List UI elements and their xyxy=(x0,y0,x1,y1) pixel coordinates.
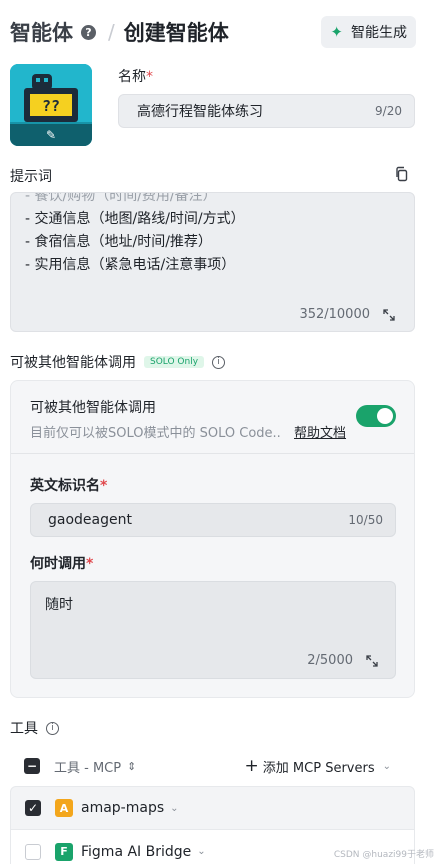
tool-row[interactable]: ✓ A amap-maps ⌄ xyxy=(10,786,415,830)
name-input[interactable]: 高德行程智能体练习 9/20 xyxy=(118,94,415,128)
chevron-down-icon: ⌄ xyxy=(382,760,391,772)
tool-name: amap-maps xyxy=(81,800,165,816)
edit-avatar-button[interactable]: ✎ xyxy=(10,124,92,146)
required-mark: * xyxy=(86,556,94,572)
copy-icon[interactable] xyxy=(394,166,410,182)
required-mark: * xyxy=(146,69,153,85)
info-icon[interactable]: i xyxy=(46,721,59,735)
page-title: 创建智能体 xyxy=(123,21,229,45)
name-input-value: 高德行程智能体练习 xyxy=(137,104,263,120)
breadcrumb-separator: / xyxy=(108,20,115,44)
help-icon[interactable]: ? xyxy=(81,24,96,40)
avatar-screen-text: ?? xyxy=(42,97,60,115)
when-to-call-footer: 2/5000 xyxy=(307,653,379,668)
tool-logo-icon: A xyxy=(55,799,73,817)
agent-avatar[interactable]: ?? ✎ xyxy=(10,64,92,146)
header: 智能体 ? / 创建智能体 ✦ 智能生成 xyxy=(10,14,416,50)
tool-name: Figma AI Bridge xyxy=(81,843,192,860)
prompt-footer: 352/10000 xyxy=(299,307,396,322)
add-mcp-servers-button[interactable]: + 添加 MCP Servers ⌄ xyxy=(245,756,391,776)
watermark: CSDN @huazi99于老师 xyxy=(333,850,434,860)
sparkle-icon: ✦ xyxy=(330,23,343,41)
callable-card-description: 目前仅可以被SOLO模式中的 SOLO Code... xyxy=(30,426,280,441)
when-to-call-textarea[interactable]: 随时 2/5000 xyxy=(30,581,396,679)
tool-checkbox[interactable] xyxy=(25,843,41,860)
name-label: 名称* xyxy=(118,66,153,86)
tool-logo-icon: F xyxy=(55,842,73,861)
english-id-counter: 10/50 xyxy=(348,513,383,527)
english-id-label-text: 英文标识名 xyxy=(30,478,100,494)
prompt-label: 提示词 xyxy=(10,169,52,185)
when-to-call-label-text: 何时调用 xyxy=(30,556,86,572)
tools-label-text: 工具 xyxy=(10,721,38,737)
plus-icon: + xyxy=(244,756,259,776)
tools-column-title: 工具 - MCP xyxy=(54,760,122,776)
chevron-down-icon[interactable]: ⌄ xyxy=(197,846,205,857)
english-id-label: 英文标识名* xyxy=(30,475,107,495)
prompt-counter: 352/10000 xyxy=(299,307,370,322)
callable-toggle[interactable] xyxy=(356,405,396,427)
callable-card: 可被其他智能体调用 目前仅可以被SOLO模式中的 SOLO Code... 帮助… xyxy=(10,380,415,698)
when-to-call-label: 何时调用* xyxy=(30,553,93,573)
callable-card-title: 可被其他智能体调用 xyxy=(30,400,156,416)
toggle-knob xyxy=(377,408,393,424)
name-label-text: 名称 xyxy=(118,69,146,85)
english-id-value: gaodeagent xyxy=(48,512,132,528)
pencil-icon: ✎ xyxy=(45,128,57,142)
prompt-line: - 交通信息（地图/路线/时间/方式） xyxy=(25,211,245,227)
help-docs-link[interactable]: 帮助文档 xyxy=(294,422,346,441)
select-all-checkbox[interactable]: − xyxy=(24,758,40,774)
prompt-content: - 餐饮/购物（时间/费用/备注） - 交通信息（地图/路线/时间/方式） - … xyxy=(25,192,245,277)
callable-section-label: 可被其他智能体调用 xyxy=(10,355,136,371)
callable-section-header: 可被其他智能体调用 SOLO Only i xyxy=(10,352,226,372)
prompt-textarea[interactable]: - 餐饮/购物（时间/费用/备注） - 交通信息（地图/路线/时间/方式） - … xyxy=(10,192,415,332)
expand-icon[interactable] xyxy=(365,654,379,668)
solo-only-badge: SOLO Only xyxy=(144,356,205,368)
prompt-line: - 餐饮/购物（时间/费用/备注） xyxy=(25,192,217,204)
required-mark: * xyxy=(100,478,108,494)
prompt-line: - 食宿信息（地址/时间/推荐） xyxy=(25,234,212,250)
tools-label: 工具 i xyxy=(10,718,59,738)
smart-generate-button[interactable]: ✦ 智能生成 xyxy=(321,16,416,48)
add-mcp-label: 添加 MCP Servers xyxy=(262,760,375,776)
prompt-line: - 实用信息（紧急电话/注意事项） xyxy=(25,257,236,273)
expand-icon[interactable] xyxy=(382,308,396,322)
when-to-call-counter: 2/5000 xyxy=(307,653,353,668)
smart-generate-label: 智能生成 xyxy=(351,25,407,41)
create-agent-page: 智能体 ? / 创建智能体 ✦ 智能生成 ?? ✎ 名称* 高德行程智能体练习 … xyxy=(0,0,440,864)
chevron-down-icon[interactable]: ⌄ xyxy=(170,803,178,814)
tool-checkbox[interactable]: ✓ xyxy=(25,800,41,816)
when-to-call-value: 随时 xyxy=(45,597,73,613)
card-divider xyxy=(11,453,414,454)
english-id-input[interactable]: gaodeagent 10/50 xyxy=(30,503,396,537)
breadcrumb-root[interactable]: 智能体 xyxy=(10,17,73,47)
name-counter: 9/20 xyxy=(375,104,402,118)
sort-icon[interactable]: ⇕ xyxy=(127,760,136,773)
info-icon[interactable]: i xyxy=(212,355,226,369)
tools-table-header: − 工具 - MCP ⇕ + 添加 MCP Servers ⌄ xyxy=(10,752,415,780)
